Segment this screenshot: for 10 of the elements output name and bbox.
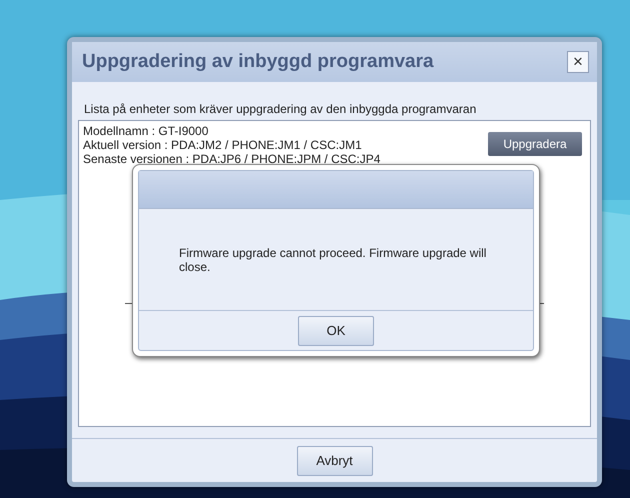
instruction-text: Lista på enheter som kräver uppgradering av den inbyggda programvaran: [84, 102, 478, 116]
device-info-text: Senaste versionen : PDA:JP6 / PHONE:JPM / CSC:JP4: [83, 152, 380, 166]
message-text: Firmware upgrade cannot proceed. Firmware upgrade will close.: [179, 246, 488, 274]
close-button[interactable]: ×: [567, 51, 589, 73]
ok-button[interactable]: OK: [298, 316, 374, 346]
upgrade-button[interactable]: Uppgradera: [488, 132, 582, 156]
device-info-text: Modellnamn : GT-I9000: [83, 124, 210, 138]
window-title: Uppgradering av inbyggd programvara: [82, 51, 434, 73]
cancel-button[interactable]: Avbryt: [296, 446, 372, 476]
device-info-text: Aktuell version : PDA:JM2 / PHONE:JM1 / CSC:JM1: [83, 138, 363, 152]
